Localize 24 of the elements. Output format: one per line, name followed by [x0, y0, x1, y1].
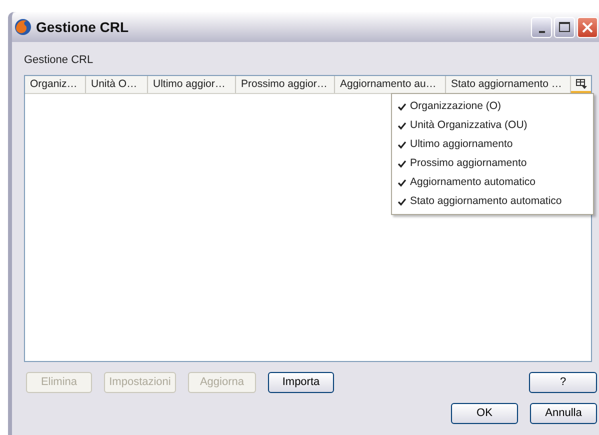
dialog-button[interactable]: Annulla — [530, 403, 597, 424]
browser-logo-icon — [14, 18, 32, 36]
window-title: Gestione CRL — [36, 18, 129, 36]
menu-item[interactable]: Prossimo aggiornamento — [392, 154, 593, 173]
column-header[interactable]: Organiz… — [25, 76, 86, 93]
column-header[interactable]: Prossimo aggior… — [236, 76, 335, 93]
column-header[interactable]: Unità O… — [86, 76, 148, 93]
help-button[interactable]: ? — [529, 372, 597, 393]
minimize-button[interactable] — [531, 16, 552, 38]
menu-item[interactable]: Stato aggiornamento automatico — [392, 192, 593, 211]
minimize-icon — [538, 30, 544, 32]
close-icon — [582, 22, 593, 32]
column-picker-icon — [576, 78, 586, 88]
dialog-button[interactable]: OK — [451, 403, 518, 424]
section-heading: Gestione CRL — [24, 53, 94, 68]
menu-item[interactable]: Aggiornamento automatico — [392, 173, 593, 192]
menu-item[interactable]: Unità Organizzativa (OU) — [392, 116, 593, 135]
maximize-button[interactable] — [554, 16, 575, 38]
menu-item[interactable]: Organizzazione (O) — [392, 97, 593, 116]
close-button[interactable] — [577, 16, 598, 38]
action-button[interactable]: Importa — [268, 372, 334, 393]
maximize-icon — [559, 22, 570, 32]
column-header[interactable]: Ultimo aggior… — [148, 76, 236, 93]
menu-item[interactable]: Ultimo aggiornamento — [392, 135, 593, 154]
